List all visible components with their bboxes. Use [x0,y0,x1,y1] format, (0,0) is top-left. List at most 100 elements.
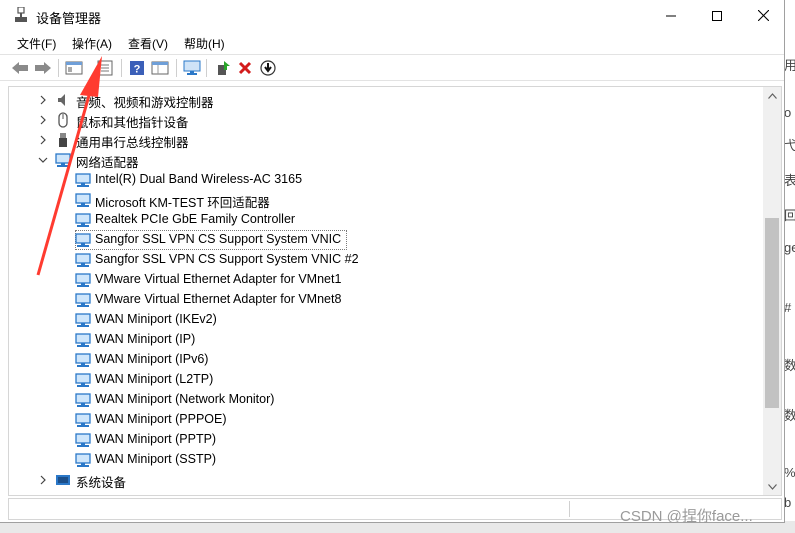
tree-category-row[interactable]: 通用串行总线控制器 [9,130,764,150]
network-adapter-icon [75,292,91,308]
device-tree[interactable]: 音频、视频和游戏控制器鼠标和其他指针设备 通用串行总线控制器 网络适配器 Intel(… [8,86,782,496]
network-adapter-icon [75,352,91,368]
scroll-up-button[interactable] [763,87,781,104]
uninstall-x-icon [238,61,252,75]
tree-row-label: 通用串行总线控制器 [76,136,189,150]
tree-device-row[interactable]: WAN Miniport (IPv6) [9,350,764,370]
audio-icon [55,92,71,108]
minimize-button[interactable] [648,0,694,31]
uninstall-device-button[interactable] [235,58,255,78]
tree-device-row[interactable]: Realtek PCIe GbE Family Controller [9,210,764,230]
network-adapter-icon [75,372,91,388]
tree-category-row[interactable]: 系统设备 [9,470,764,490]
tree-device-row[interactable]: WAN Miniport (PPTP) [9,430,764,450]
back-button[interactable] [10,58,30,78]
tree-device-row[interactable]: WAN Miniport (IP) [9,330,764,350]
tree-device-row[interactable]: Microsoft KM-TEST 环回适配器 [9,190,764,210]
chevron-right-icon[interactable] [37,474,49,486]
background-char: 数 [784,358,795,373]
tree-row-label: 鼠标和其他指针设备 [76,116,189,130]
tree-row-label: WAN Miniport (PPPOE) [95,412,227,426]
forward-button[interactable] [33,58,53,78]
chevron-right-icon[interactable] [37,494,49,495]
chevron-right-icon[interactable] [37,114,49,126]
network-adapter-icon [75,192,91,208]
network-adapter-icon [75,172,91,188]
display-adapter-icon [55,492,71,495]
network-adapter-icon [75,272,91,288]
disable-device-button[interactable] [258,58,278,78]
tree-device-row[interactable]: WAN Miniport (L2TP) [9,370,764,390]
status-bar-separator [569,501,570,517]
properties-sheet-icon [97,60,113,76]
scroll-down-button[interactable] [763,478,781,495]
tree-device-row[interactable]: WAN Miniport (IKEv2) [9,310,764,330]
menu-action[interactable]: 操作(A) [72,35,112,52]
system-device-icon [55,472,71,488]
chevron-down-icon[interactable] [37,154,49,166]
network-adapter-icon [75,332,91,348]
tree-device-row[interactable]: WAN Miniport (PPPOE) [9,410,764,430]
chevron-up-icon [767,92,777,99]
scan-hardware-button[interactable] [182,58,202,78]
tree-row-label: Microsoft KM-TEST 环回适配器 [95,196,270,210]
device-manager-app-icon [15,7,27,22]
svg-text:?: ? [134,64,141,76]
maximize-icon [712,10,722,21]
close-icon [757,10,769,21]
tree-row-label: 系统设备 [76,476,127,490]
update-driver-icon [218,61,230,75]
scroll-thumb[interactable] [765,218,779,409]
background-char: 弋 [784,138,795,153]
menu-help[interactable]: 帮助(H) [184,35,225,52]
tree-category-row[interactable]: 显示适配器 [9,490,764,495]
menu-bar: 文件(F) 操作(A) 查看(V) 帮助(H) [0,31,784,54]
background-char: o [784,105,792,120]
update-driver-button[interactable] [213,58,233,78]
view-console-button[interactable] [150,58,170,78]
chevron-right-icon[interactable] [37,94,49,106]
tree-category-row[interactable]: 鼠标和其他指针设备 [9,110,764,130]
background-char: b [784,495,792,510]
chevron-down-icon [767,483,777,490]
background-char: # [784,300,792,315]
toolbar-separator [206,59,207,77]
maximize-button[interactable] [694,0,740,31]
show-hide-console-tree-button[interactable] [64,58,84,78]
tree-device-row[interactable]: Sangfor SSL VPN CS Support System VNIC [9,230,764,250]
tree-device-row[interactable]: WAN Miniport (Network Monitor) [9,390,764,410]
forward-arrow-icon [35,62,51,74]
toolbar: ? [0,54,784,81]
menu-view[interactable]: 查看(V) [128,35,168,52]
background-char: ge [784,240,795,255]
usb-icon [55,132,71,148]
tree-row-label: WAN Miniport (IP) [95,332,196,346]
view-console-icon [151,61,169,75]
network-adapter-icon [75,432,91,448]
tree-category-row[interactable]: 音频、视频和游戏控制器 [9,90,764,110]
window-title: 设备管理器 [36,11,102,26]
console-tree-icon [65,61,83,75]
menu-file[interactable]: 文件(F) [17,35,56,52]
tree-device-row[interactable]: Intel(R) Dual Band Wireless-AC 3165 [9,170,764,190]
properties-button[interactable] [95,58,115,78]
monitor-scan-icon [183,60,201,75]
tree-row-label: Sangfor SSL VPN CS Support System VNIC [93,232,344,246]
tree-row-label: WAN Miniport (L2TP) [95,372,214,386]
tree-row-label: VMware Virtual Ethernet Adapter for VMne… [95,272,342,286]
background-char: 用 [784,58,795,73]
mouse-icon [55,112,71,128]
vertical-scrollbar[interactable] [763,87,781,495]
tree-device-row[interactable]: VMware Virtual Ethernet Adapter for VMne… [9,270,764,290]
tree-device-row[interactable]: WAN Miniport (SSTP) [9,450,764,470]
tree-row-label: WAN Miniport (Network Monitor) [95,392,275,406]
tree-device-row[interactable]: Sangfor SSL VPN CS Support System VNIC #… [9,250,764,270]
help-icon: ? [130,61,144,76]
close-button[interactable] [740,0,786,31]
tree-category-row[interactable]: 网络适配器 [9,150,764,170]
chevron-right-icon[interactable] [37,134,49,146]
help-button[interactable]: ? [127,58,147,78]
tree-device-row[interactable]: VMware Virtual Ethernet Adapter for VMne… [9,290,764,310]
watermark: CSDN @捏你face... [620,508,753,525]
network-adapter-icon [75,452,91,468]
